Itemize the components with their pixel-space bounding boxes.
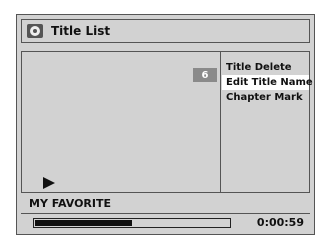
title-name: MY FAVORITE (29, 197, 112, 210)
playback-bar: 0:00:59 (21, 213, 310, 231)
screen-title: Title List (51, 24, 111, 38)
title-menu: Title Delete Edit Title Name Chapter Mar… (222, 60, 313, 105)
title-bar: Title List (21, 19, 310, 43)
menu-item-edit-title-name[interactable]: Edit Title Name (222, 75, 313, 90)
main-panel: 6 Title Delete Edit Title Name Chapter M… (21, 51, 313, 193)
title-preview[interactable]: 6 (22, 52, 221, 192)
menu-item-chapter-mark[interactable]: Chapter Mark (222, 90, 309, 105)
title-number-badge: 6 (193, 68, 217, 82)
elapsed-time: 0:00:59 (256, 216, 304, 229)
disc-icon (27, 24, 43, 38)
menu-item-title-delete[interactable]: Title Delete (222, 60, 309, 75)
title-list-screen: Title List 6 Title Delete Edit Title Nam… (16, 14, 315, 235)
progress-fill (35, 220, 132, 226)
progress-bar (33, 218, 231, 228)
play-icon (43, 177, 55, 189)
